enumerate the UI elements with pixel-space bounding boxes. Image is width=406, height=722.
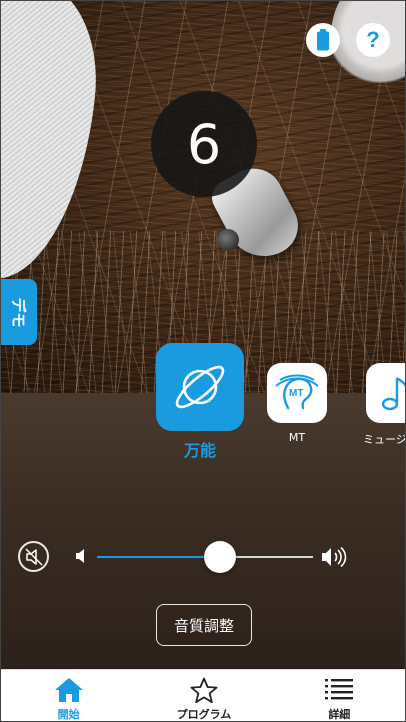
demo-tab-label: デモ — [9, 296, 28, 328]
star-icon — [190, 676, 218, 704]
mt-ear-icon: MT — [275, 374, 319, 410]
program-universal[interactable]: 万能 — [156, 343, 244, 461]
volume-slider[interactable] — [75, 541, 349, 573]
help-button[interactable]: ? — [356, 23, 390, 57]
program-label: MT — [288, 431, 306, 444]
hearing-aid-knob — [217, 229, 239, 251]
list-icon — [325, 676, 354, 704]
home-icon — [54, 676, 84, 704]
tab-label: 詳細 — [328, 708, 351, 721]
background-photo — [1, 1, 405, 393]
program-tile[interactable] — [365, 363, 405, 423]
volume-fill — [97, 556, 221, 558]
music-note-icon — [381, 377, 405, 411]
demo-tab[interactable]: デモ — [1, 279, 37, 345]
tab-program[interactable]: プログラム — [136, 670, 271, 721]
program-tile[interactable] — [156, 343, 244, 431]
program-music[interactable]: ミュージック — [363, 363, 406, 447]
program-label: 万能 — [183, 441, 216, 460]
tab-label: プログラム — [176, 708, 232, 721]
app-screen: 6 ? デモ 万能 MT MT ミュージ 音質調整 開始 プログラム 詳細 — [0, 0, 406, 722]
battery-icon — [317, 29, 329, 51]
tab-bar: 開始 プログラム 詳細 — [1, 669, 405, 721]
program-label: ミュージック — [363, 433, 406, 446]
program-mt[interactable]: MT MT — [267, 363, 327, 444]
volume-thumb[interactable] — [204, 541, 237, 573]
program-tile[interactable]: MT — [267, 363, 327, 423]
program-number-badge: 6 — [151, 91, 257, 197]
program-number: 6 — [186, 112, 222, 176]
help-icon: ? — [366, 27, 380, 52]
tab-label: 開始 — [57, 708, 80, 721]
volume-low-icon — [76, 549, 84, 563]
svg-text:MT: MT — [289, 388, 303, 399]
mute-speaker-icon — [24, 547, 43, 566]
mute-button[interactable] — [18, 541, 49, 572]
battery-button[interactable] — [306, 23, 340, 57]
sound-adjust-button[interactable]: 音質調整 — [156, 604, 252, 646]
tab-start[interactable]: 開始 — [1, 670, 136, 721]
planet-icon — [175, 365, 225, 409]
tab-details[interactable]: 詳細 — [272, 670, 405, 721]
sound-adjust-label: 音質調整 — [173, 616, 234, 635]
volume-high-icon — [322, 547, 347, 567]
